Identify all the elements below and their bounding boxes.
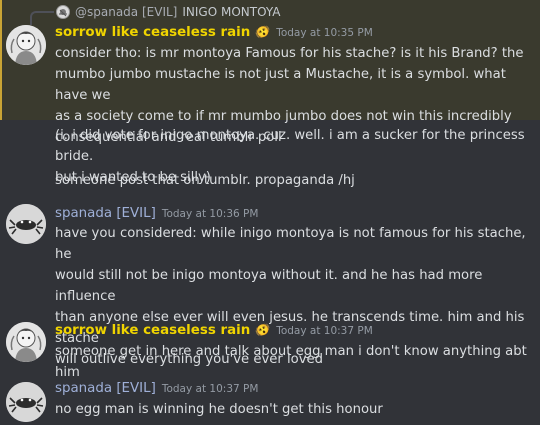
reply-avatar[interactable] — [56, 5, 70, 19]
avatar[interactable] — [6, 382, 46, 422]
timestamp[interactable]: Today at 10:37 PM — [276, 325, 373, 337]
message-header: spanada [EVIL] Today at 10:37 PM — [55, 381, 258, 401]
reply-author[interactable]: @spanada [EVIL] — [75, 5, 177, 19]
avatar[interactable] — [6, 322, 46, 362]
timestamp[interactable]: Today at 10:37 PM — [162, 383, 259, 395]
timestamp[interactable]: Today at 10:35 PM — [276, 27, 373, 39]
reply-text[interactable]: INIGO MONTOYA — [182, 5, 280, 19]
reply-connector — [30, 11, 54, 25]
status-emoji-icon: 🫨 — [255, 25, 271, 39]
message-text: no egg man is winning he doesn't get thi… — [55, 402, 383, 417]
timestamp[interactable]: Today at 10:36 PM — [162, 208, 259, 220]
status-emoji-icon: 🫨 — [255, 323, 271, 337]
avatar[interactable] — [6, 204, 46, 244]
author-name[interactable]: spanada [EVIL] — [55, 206, 156, 221]
message-text: someone post that on tumblr. propaganda … — [55, 173, 355, 188]
message-header: sorrow like ceaseless rain 🫨 Today at 10… — [55, 25, 373, 45]
author-name[interactable]: sorrow like ceaseless rain — [55, 25, 250, 40]
reply-reference[interactable]: @spanada [EVIL] INIGO MONTOYA — [56, 3, 280, 21]
avatar[interactable] — [6, 25, 46, 65]
message-text: someone get in here and talk about egg m… — [55, 344, 527, 380]
author-name[interactable]: spanada [EVIL] — [55, 381, 156, 396]
message-header: sorrow like ceaseless rain 🫨 Today at 10… — [55, 323, 373, 343]
author-name[interactable]: sorrow like ceaseless rain — [55, 323, 250, 338]
